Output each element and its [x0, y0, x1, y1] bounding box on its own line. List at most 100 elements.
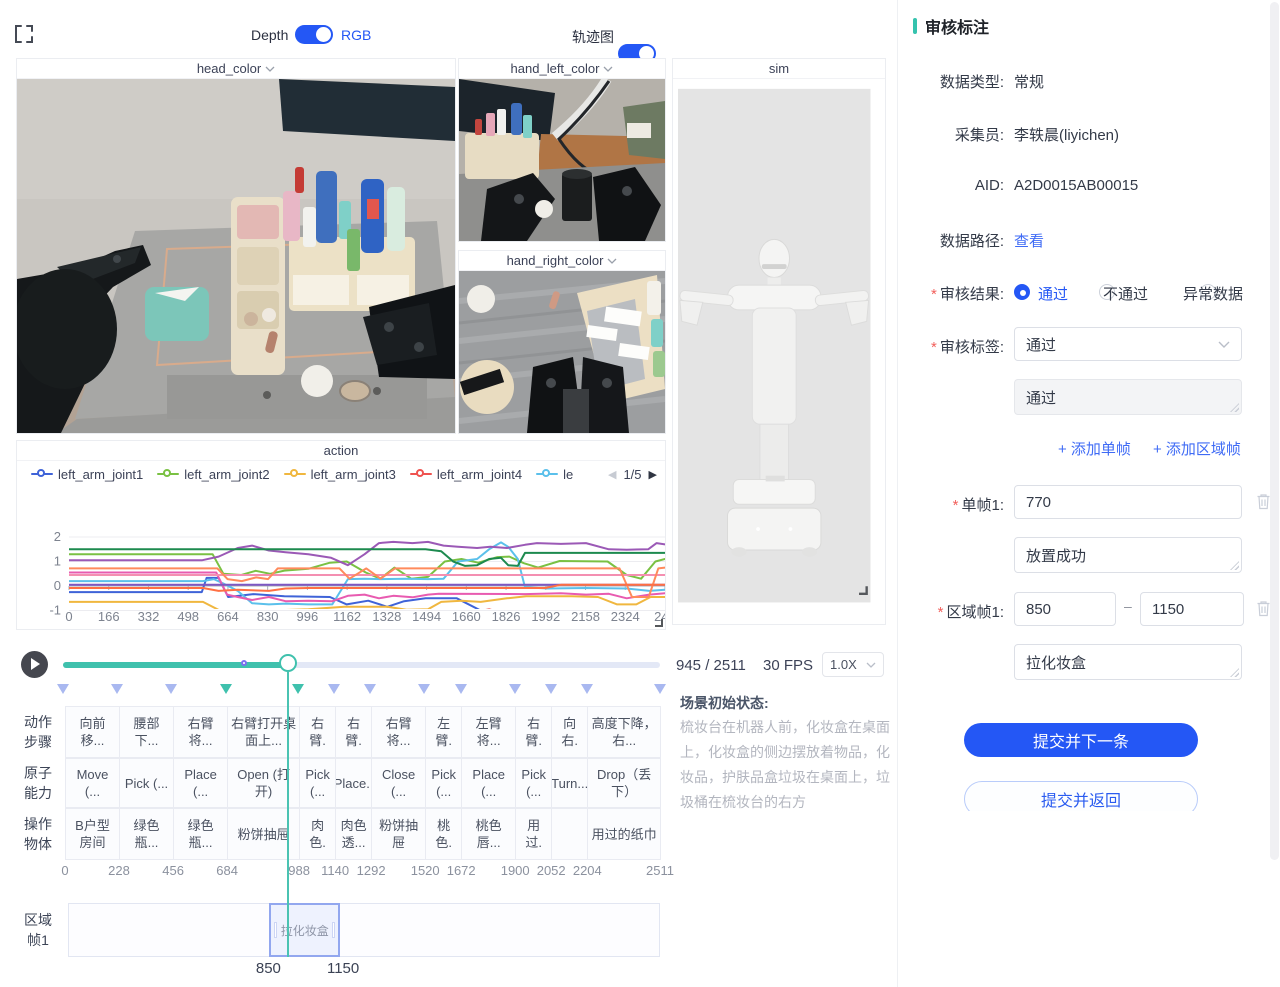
step-marker[interactable] — [545, 684, 557, 694]
legend-item[interactable]: le — [536, 467, 573, 482]
field-label: AID: — [916, 177, 1004, 194]
data-path-link[interactable]: 查看 — [1014, 230, 1044, 251]
svg-text:1992: 1992 — [531, 609, 560, 624]
scale-tick-label: 684 — [216, 863, 238, 878]
sim-robot-viewport[interactable] — [673, 79, 885, 624]
legend-item[interactable]: left_arm_joint3 — [284, 467, 396, 482]
required-asterisk: * — [931, 339, 937, 356]
hand-left-camera-label: hand_left_color — [511, 61, 600, 76]
step-marker[interactable] — [328, 684, 340, 694]
radio-pass[interactable] — [1014, 284, 1030, 300]
delete-region-frame-icon[interactable] — [1256, 600, 1271, 617]
review-tag-select[interactable]: 通过 — [1014, 327, 1242, 361]
row-label: 操作物体 — [22, 814, 54, 854]
slider-fill — [63, 662, 288, 668]
radio-abnormal-label[interactable]: 异常数据 — [1183, 283, 1243, 304]
review-panel: 审核标注 数据类型: 常规 采集员: 李轶晨(liyichen) AID: A2… — [897, 0, 1280, 987]
region-frame-note[interactable]: 拉化妆盒 — [1014, 644, 1242, 680]
submit-back-wrapper: 提交并返回 — [964, 781, 1198, 811]
depth-rgb-toggle[interactable] — [295, 25, 333, 44]
row-label: 原子能力 — [22, 763, 54, 803]
single-frame-note[interactable]: 放置成功 — [1014, 537, 1242, 573]
svg-text:0: 0 — [65, 609, 72, 624]
timeline-cell: B户型房间 — [65, 808, 120, 860]
head-camera-dropdown[interactable]: head_color — [17, 59, 455, 79]
timeline-cell: 桃色唇... — [461, 808, 516, 860]
region-left-handle[interactable] — [274, 922, 277, 938]
step-marker[interactable] — [364, 684, 376, 694]
region-track[interactable]: 拉化妆盒 — [68, 903, 660, 957]
single-frame-input[interactable]: 770 — [1014, 485, 1242, 519]
timeline-cell: Pick (... — [515, 758, 552, 808]
submit-back-button[interactable]: 提交并返回 — [964, 781, 1198, 811]
step-marker[interactable] — [111, 684, 123, 694]
chevron-down-icon — [603, 66, 613, 72]
svg-text:332: 332 — [138, 609, 160, 624]
legend-next-icon[interactable]: ▶ — [649, 468, 657, 481]
fullscreen-icon[interactable] — [14, 24, 34, 44]
scrollbar[interactable] — [1270, 2, 1279, 860]
region-right-handle[interactable] — [332, 922, 335, 938]
timeline-cell: 粉饼抽屉 — [371, 808, 426, 860]
timeline-cell: 腰部下... — [119, 706, 174, 758]
rgb-label: RGB — [341, 27, 371, 43]
legend-item[interactable]: left_arm_joint1 — [31, 467, 143, 482]
slider-handle[interactable] — [279, 654, 297, 672]
region-start-input[interactable]: 850 — [1014, 592, 1116, 626]
hand-left-camera-dropdown[interactable]: hand_left_color — [459, 59, 665, 79]
step-marker[interactable] — [509, 684, 521, 694]
step-marker[interactable] — [418, 684, 430, 694]
trajectory-label: 轨迹图 — [572, 27, 614, 47]
hand-right-camera-panel: hand_right_color — [458, 250, 666, 434]
timeline-cell: 右臂将... — [173, 706, 228, 758]
timeline-cell: 高度下降，右... — [587, 706, 661, 758]
play-button[interactable] — [21, 651, 48, 678]
radio-fail-label[interactable]: 不通过 — [1103, 283, 1148, 304]
timeline-cell: 肉色. — [299, 808, 336, 860]
timeline-cell: Place.. — [335, 758, 372, 808]
hand-right-camera-dropdown[interactable]: hand_right_color — [459, 251, 665, 271]
speed-select[interactable]: 1.0X — [822, 652, 884, 677]
scale-tick-label: 0 — [61, 863, 68, 878]
panel-title-text: 审核标注 — [925, 14, 989, 38]
add-region-frame-link[interactable]: + 添加区域帧 — [1153, 438, 1241, 459]
review-tag-note[interactable]: 通过 — [1014, 379, 1242, 415]
field-label: 采集员: — [916, 124, 1004, 145]
delete-single-frame-icon[interactable] — [1256, 493, 1271, 510]
chevron-down-icon — [866, 662, 876, 668]
svg-text:2324: 2324 — [611, 609, 640, 624]
review-tag-value: 通过 — [1026, 334, 1056, 355]
step-marker[interactable] — [455, 684, 467, 694]
scene-initial-state: 场景初始状态: 梳妆台在机器人前，化妆盒在桌面上，化妆盒的侧边摆放着物品，化妆品… — [680, 693, 894, 815]
scene-title: 场景初始状态: — [680, 693, 894, 713]
resize-handle-icon[interactable] — [653, 617, 663, 627]
legend-item[interactable]: left_arm_joint4 — [410, 467, 522, 482]
field-value: A2D0015AB00015 — [1014, 177, 1138, 194]
step-marker[interactable] — [57, 684, 69, 694]
radio-pass-label[interactable]: 通过 — [1038, 283, 1068, 304]
timeline-cell: Pick (... — [119, 758, 174, 808]
svg-text:1494: 1494 — [412, 609, 441, 624]
svg-text:1660: 1660 — [452, 609, 481, 624]
region-frame-label: *区域帧1: — [916, 601, 1004, 622]
submit-next-button[interactable]: 提交并下一条 — [964, 723, 1198, 757]
legend-item[interactable]: left_arm_joint2 — [157, 467, 269, 482]
timeline-cell: 桃色. — [425, 808, 462, 860]
step-marker[interactable] — [292, 684, 304, 694]
title-accent-bar — [913, 18, 917, 34]
legend-marker-icon — [31, 469, 53, 479]
timeline-cell: 右臂. — [335, 706, 372, 758]
timeline-cell: Open (打开) — [227, 758, 300, 808]
region-end-label: 1150 — [327, 960, 359, 977]
legend-prev-icon[interactable]: ◀ — [608, 468, 616, 481]
region-highlight[interactable]: 拉化妆盒 — [269, 903, 340, 957]
svg-text:664: 664 — [217, 609, 239, 624]
legend-pagination: ◀ 1/5 ▶ — [608, 463, 657, 485]
step-marker[interactable] — [165, 684, 177, 694]
region-end-input[interactable]: 1150 — [1140, 592, 1244, 626]
add-single-frame-link[interactable]: + 添加单帧 — [1058, 438, 1131, 459]
step-marker[interactable] — [654, 684, 666, 694]
step-marker[interactable] — [581, 684, 593, 694]
step-marker[interactable] — [220, 684, 232, 694]
timeline-slider[interactable] — [63, 662, 660, 668]
